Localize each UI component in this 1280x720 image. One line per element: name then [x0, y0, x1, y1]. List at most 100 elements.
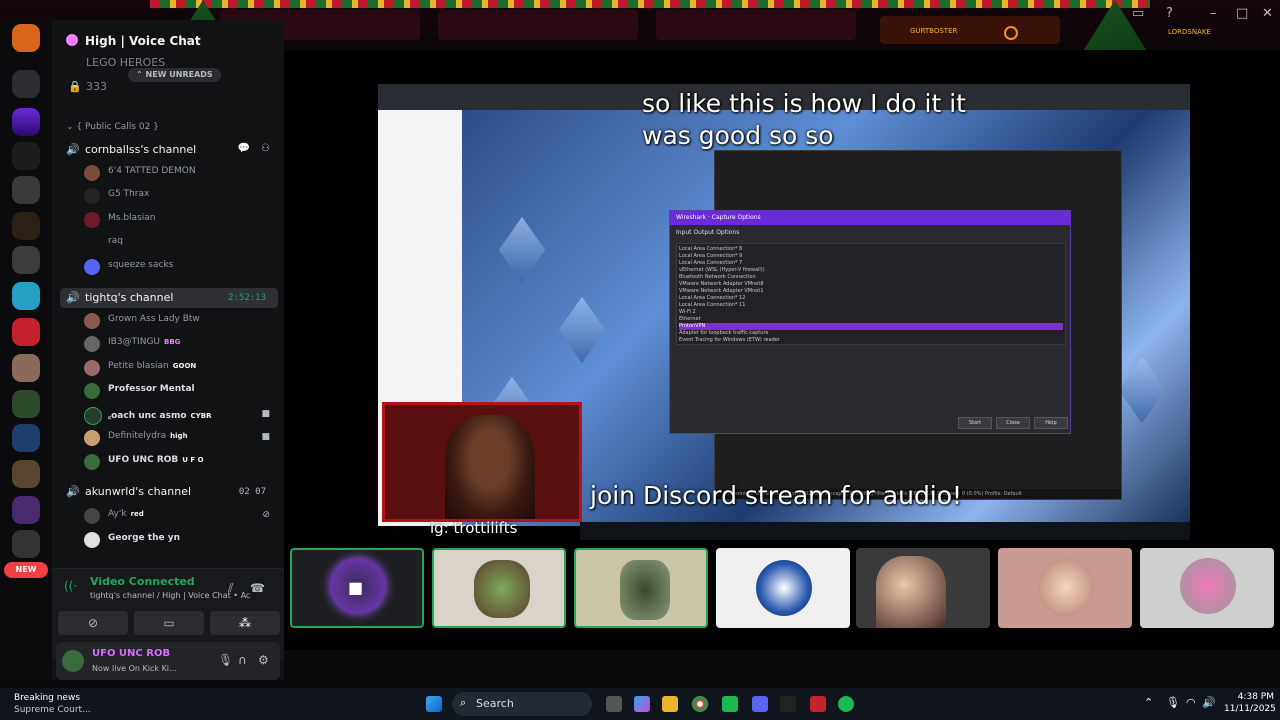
chat-icon[interactable]: 💬	[238, 143, 250, 154]
participant-tile[interactable]: ■	[290, 548, 424, 628]
table-row[interactable]: VMware Network Adapter VMnet1	[679, 288, 1063, 295]
voice-member[interactable]: Ms.blasian	[84, 210, 278, 230]
voice-member[interactable]: Grown Ass Lady Btw	[84, 311, 278, 331]
table-row[interactable]: Wi-Fi 2	[679, 309, 1063, 316]
new-unreads-button[interactable]: ⌃ NEW UNREADS	[128, 68, 221, 82]
table-row[interactable]: Local Area Connection* 8	[679, 246, 1063, 253]
microphone-icon[interactable]: 🎙	[1166, 696, 1180, 709]
voice-channel[interactable]: 🔊 tightq's channel 2:52:13	[60, 288, 278, 308]
voice-channel[interactable]: 🔊 akunwrld's channel 02 07	[60, 482, 278, 502]
table-row[interactable]: Local Area Connection* 7	[679, 260, 1063, 267]
participant-tile[interactable]	[432, 548, 566, 628]
activities-button[interactable]: ⁂	[210, 611, 280, 635]
server-icon[interactable]	[12, 496, 40, 524]
volume-icon[interactable]: 🔊	[1202, 696, 1216, 709]
start-button[interactable]: Start	[958, 417, 992, 429]
copilot-icon[interactable]	[634, 696, 650, 712]
category-header[interactable]: ⌄ { Public Calls 02 }	[66, 122, 159, 132]
wifi-icon[interactable]: ◠	[1186, 696, 1196, 709]
voice-member[interactable]: UFO UNC ROB U F O	[84, 452, 278, 472]
file-explorer-icon[interactable]	[662, 696, 678, 712]
direct-messages-icon[interactable]	[12, 70, 40, 98]
participant-tile[interactable]	[716, 548, 850, 628]
table-row[interactable]: VMware Network Adapter VMnet8	[679, 281, 1063, 288]
server-icon[interactable]	[12, 212, 40, 240]
connection-status[interactable]: Video Connected	[90, 575, 195, 588]
connection-channel[interactable]: tightq's channel / High | Voice Chat • A…	[90, 591, 250, 600]
table-row[interactable]: vEthernet (WSL (Hyper-V firewall))	[679, 267, 1063, 274]
server-icon[interactable]	[12, 246, 40, 274]
close-icon[interactable]: ✕	[1262, 6, 1273, 21]
server-icon[interactable]	[12, 176, 40, 204]
chrome-icon[interactable]	[692, 696, 708, 712]
search-box[interactable]: ⌕ Search	[452, 692, 592, 716]
table-row[interactable]: Ethernet	[679, 316, 1063, 323]
voice-member[interactable]: IB3@TINGU BBG	[84, 334, 278, 354]
table-row[interactable]: Bluetooth Network Connection	[679, 274, 1063, 281]
participant-tile[interactable]	[998, 548, 1132, 628]
signal-icon[interactable]: ((·	[64, 579, 77, 593]
voice-member[interactable]: Ay'k red ⊘	[84, 506, 278, 526]
voice-member[interactable]: ꜀oach unc asmo CYBR ■	[84, 405, 278, 425]
voice-member[interactable]: 6'4 TATTED DEMON	[84, 163, 278, 183]
avatar	[84, 454, 100, 470]
inbox-icon[interactable]: ▭	[1132, 6, 1144, 21]
avatar[interactable]	[62, 650, 84, 672]
noise-suppression-icon[interactable]: ⫽	[228, 581, 233, 596]
app-icon[interactable]	[722, 696, 738, 712]
voice-member[interactable]: G5 Thrax	[84, 186, 278, 206]
server-icon[interactable]	[12, 142, 40, 170]
app-icon[interactable]	[810, 696, 826, 712]
news-widget[interactable]: Breaking news Supreme Court...	[14, 692, 91, 716]
spotify-icon[interactable]	[838, 696, 854, 712]
participant-tile[interactable]	[1140, 548, 1274, 628]
username[interactable]: UFO UNC ROB	[92, 648, 170, 659]
app-icon[interactable]	[780, 696, 796, 712]
windows-start-icon[interactable]	[426, 696, 442, 712]
headphones-icon[interactable]: ∩	[238, 653, 247, 667]
server-icon[interactable]	[12, 460, 40, 488]
camera-toggle-button[interactable]: ⊘	[58, 611, 128, 635]
channel-item[interactable]: 333	[86, 80, 107, 93]
voice-channel[interactable]: 🔊 cornballss's channel 💬 ⚇	[60, 140, 278, 160]
voice-member[interactable]: George the yn	[84, 530, 278, 550]
server-icon[interactable]	[12, 530, 40, 558]
server-header[interactable]: High | Voice Chat	[52, 20, 284, 58]
dialog-tabs[interactable]: Input Output Options	[676, 229, 739, 236]
server-icon[interactable]	[12, 354, 40, 382]
table-row[interactable]: Local Area Connection* 12	[679, 295, 1063, 302]
voice-member[interactable]: squeeze sacks	[84, 257, 278, 277]
help-button[interactable]: Help	[1034, 417, 1068, 429]
maximize-icon[interactable]: □	[1236, 6, 1248, 21]
table-row-selected[interactable]: ProtonVPN	[679, 323, 1063, 330]
participant-tile[interactable]	[856, 548, 990, 628]
invite-icon[interactable]: ⚇	[261, 143, 270, 154]
table-row[interactable]: Adapter for loopback traffic capture	[679, 330, 1063, 337]
server-icon[interactable]	[12, 390, 40, 418]
discord-icon[interactable]	[752, 696, 768, 712]
server-icon[interactable]	[12, 108, 40, 136]
server-icon[interactable]	[12, 24, 40, 52]
table-row[interactable]: Local Area Connection* 9	[679, 253, 1063, 260]
voice-member[interactable]: raq	[84, 233, 278, 253]
table-row[interactable]: Local Area Connection* 11	[679, 302, 1063, 309]
voice-member[interactable]: Petite blasian GOON	[84, 358, 278, 378]
help-icon[interactable]: ?	[1166, 6, 1173, 21]
microphone-icon[interactable]: 🎙	[218, 653, 233, 667]
server-icon[interactable]	[12, 424, 40, 452]
voice-member[interactable]: Professor Mental	[84, 381, 278, 401]
disconnect-icon[interactable]: ☎	[250, 581, 265, 595]
server-icon[interactable]	[12, 282, 40, 310]
close-button[interactable]: Close	[996, 417, 1030, 429]
settings-icon[interactable]: ⚙	[258, 653, 269, 667]
clock[interactable]: 4:38 PM 11/11/2025	[1224, 691, 1276, 715]
tray-chevron-icon[interactable]: ⌃	[1144, 696, 1153, 709]
table-row[interactable]: Event Tracing for Windows (ETW) reader	[679, 337, 1063, 344]
participant-tile[interactable]	[574, 548, 708, 628]
new-badge[interactable]: NEW	[4, 562, 48, 578]
voice-member[interactable]: Definitelydra high ■	[84, 428, 278, 448]
server-icon[interactable]	[12, 318, 40, 346]
minimize-icon[interactable]: –	[1210, 6, 1217, 21]
screen-share-button[interactable]: ▭	[134, 611, 204, 635]
task-view-icon[interactable]	[606, 696, 622, 712]
